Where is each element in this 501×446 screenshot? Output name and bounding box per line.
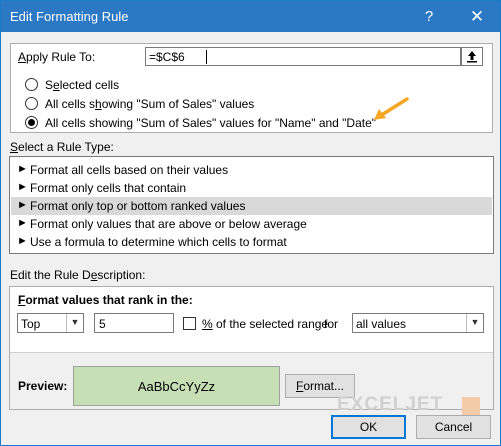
rule-type-label: Format only top or bottom ranked values	[30, 199, 246, 213]
rule-type-heading-text: elect a Rule Type:	[18, 140, 114, 154]
rule-arrow-icon: ►	[17, 163, 28, 175]
rule-type-heading-accel: S	[10, 140, 19, 154]
apply-rule-label: Apply Rule To:	[18, 50, 95, 64]
rule-arrow-icon: ►	[17, 235, 28, 247]
annotation-arrow-icon	[374, 97, 409, 120]
collapse-dialog-icon	[467, 51, 477, 63]
format-button-text: ormat...	[303, 379, 345, 393]
exceljet-logo: EXCELJET	[337, 394, 444, 415]
rule-arrow-icon: ►	[17, 199, 28, 211]
rank-count-value: 5	[99, 317, 106, 331]
rule-type-item[interactable]: ► Format only values that are above or b…	[11, 215, 492, 233]
rule-description-panel: Format values that rank in the: Top ▼ 5 …	[9, 286, 494, 410]
opt0-accel: e	[53, 78, 60, 92]
rule-type-label: Format only values that are above or bel…	[30, 217, 307, 231]
apply-rule-input[interactable]: =$C$6	[145, 47, 461, 66]
dialog-title: Edit Formatting Rule	[10, 9, 129, 24]
rank-label-text: ormat values that rank in the:	[25, 293, 193, 307]
radio-all-cells-for-name-date[interactable]	[25, 116, 38, 129]
radio-all-cells-showing[interactable]	[25, 97, 38, 110]
apply-rule-label-accel: A	[18, 50, 27, 64]
ok-button[interactable]: OK	[331, 415, 406, 439]
format-preview: AaBbCcYyZz	[73, 366, 280, 406]
text-caret	[206, 50, 207, 64]
rank-label: Format values that rank in the:	[18, 293, 193, 307]
rule-arrow-icon: ►	[17, 181, 28, 193]
rule-type-item-selected[interactable]: ► Format only top or bottom ranked value…	[11, 197, 492, 215]
desc-heading-post: scription:	[97, 268, 146, 282]
title-bar: Edit Formatting Rule ? ✕	[1, 1, 500, 32]
rule-arrow-icon: ►	[17, 217, 28, 229]
desc-heading-pre: Edit the Rule D	[10, 268, 91, 282]
rule-type-item[interactable]: ► Use a formula to determine which cells…	[11, 233, 492, 251]
rule-type-heading: Select a Rule Type:	[10, 140, 114, 154]
apply-rule-value: =$C$6	[149, 50, 185, 64]
chevron-down-icon[interactable]: ▼	[66, 314, 83, 332]
help-button[interactable]: ?	[406, 1, 452, 32]
top-bottom-select[interactable]: Top ▼	[17, 313, 84, 333]
rule-description-heading: Edit the Rule Description:	[10, 268, 145, 282]
edit-formatting-rule-dialog: Edit Formatting Rule ? ✕ Apply Rule To: …	[0, 0, 501, 446]
for-label: for	[324, 317, 339, 331]
top-bottom-value: Top	[21, 317, 41, 331]
apply-rule-label-text: pply Rule To:	[26, 50, 96, 64]
preview-label: Preview:	[18, 379, 68, 393]
scope-value: all values	[356, 317, 407, 331]
rule-type-label: Format all cells based on their values	[30, 163, 229, 177]
rule-type-list[interactable]: ► Format all cells based on their values…	[9, 156, 494, 254]
cancel-button[interactable]: Cancel	[416, 415, 491, 439]
radio-selected-cells-label[interactable]: Selected cells	[45, 78, 119, 92]
percent-checkbox[interactable]	[183, 317, 196, 330]
exceljet-logo-mark	[462, 397, 480, 415]
radio-all-cells-for-name-date-label[interactable]: All cells showing "Sum of Sales" values …	[45, 116, 376, 130]
opt0-post: lected cells	[59, 78, 120, 92]
opt1-pre: All cells s	[45, 97, 96, 111]
percent-label-text: of the selected range	[212, 317, 329, 331]
opt0-pre: S	[45, 78, 54, 92]
opt1-post: owing "Sum of Sales" values	[101, 97, 255, 111]
rule-type-label: Use a formula to determine which cells t…	[30, 235, 287, 249]
opt2-pre: All cells showing "Sum of Sales" values …	[45, 116, 377, 130]
rule-type-item[interactable]: ► Format only cells that contain	[11, 179, 492, 197]
chevron-down-icon[interactable]: ▼	[466, 314, 483, 332]
rank-settings-area: Format values that rank in the: Top ▼ 5 …	[10, 287, 493, 353]
rule-type-label: Format only cells that contain	[30, 181, 187, 195]
rule-type-item[interactable]: ► Format all cells based on their values	[11, 161, 492, 179]
opt1-accel: h	[95, 97, 102, 111]
percent-label-accel: %	[202, 317, 213, 331]
close-button[interactable]: ✕	[454, 1, 500, 32]
scope-select[interactable]: all values ▼	[352, 313, 484, 333]
preview-sample-text: AaBbCcYyZz	[137, 379, 216, 394]
radio-all-cells-showing-label[interactable]: All cells showing "Sum of Sales" values	[45, 97, 254, 111]
range-collapse-button[interactable]	[461, 47, 483, 66]
percent-label[interactable]: % of the selected range	[202, 317, 328, 331]
rank-count-input[interactable]: 5	[94, 313, 174, 333]
radio-selected-cells[interactable]	[25, 78, 38, 91]
